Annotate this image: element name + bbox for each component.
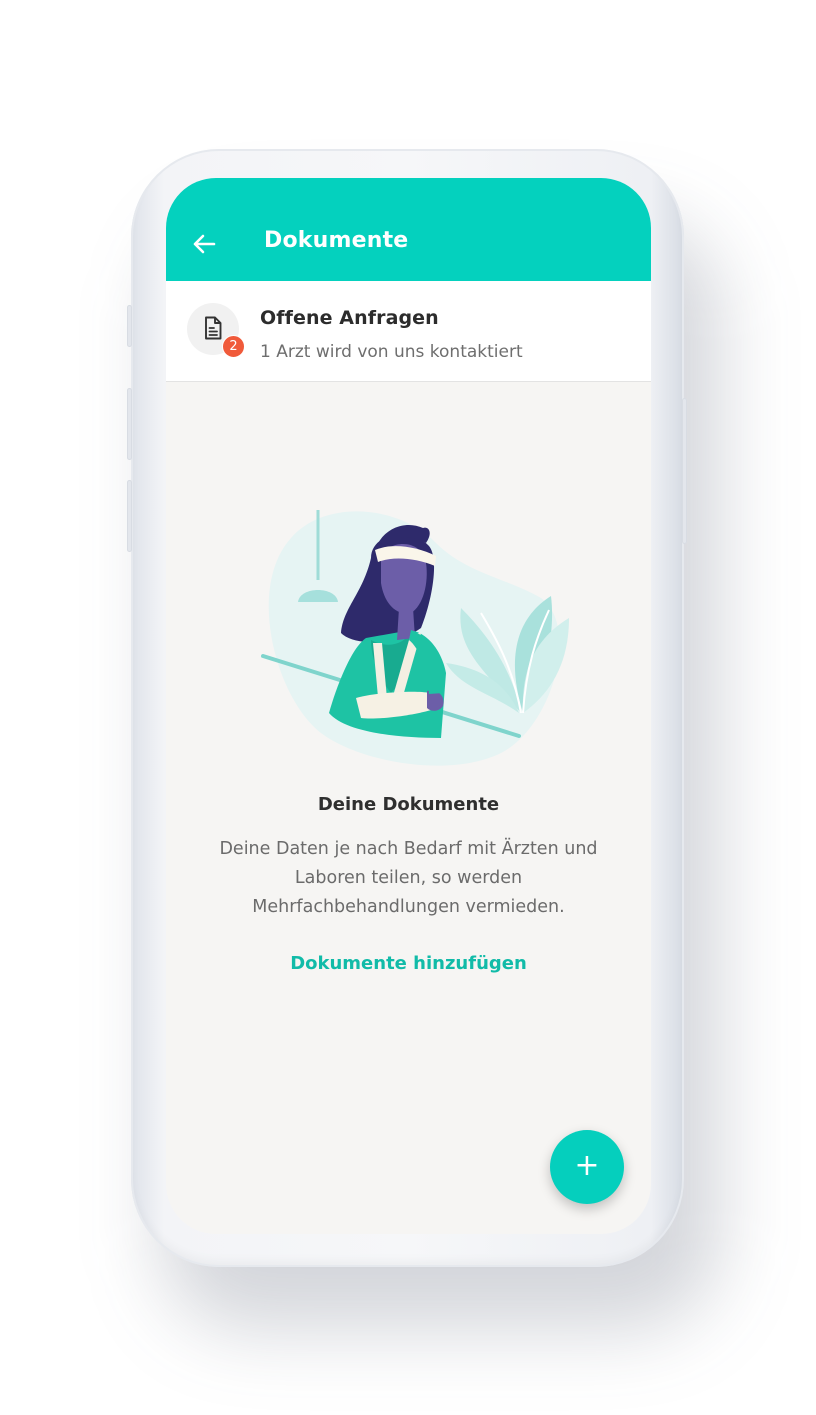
empty-state-description: Deine Daten je nach Bedarf mit Ärzten un… [219,839,598,917]
document-icon [205,316,222,340]
injured-woman-illustration [261,510,569,766]
power-button [682,398,687,544]
add-documents-link[interactable]: Dokumente hinzufügen [166,953,651,974]
arrow-left-icon[interactable] [190,230,218,258]
plus-icon: + [574,1148,600,1183]
volume-up-button [127,388,132,460]
app-bar: Dokumente [166,178,651,281]
volume-down-button [127,480,132,552]
open-requests-title: Offene Anfragen [260,307,439,329]
phone-screen: Dokumente 2 Offene Anfragen 1 Arzt wird … [166,178,651,1234]
empty-state-title: Deine Dokumente [317,794,500,815]
page-title: Dokumente [264,228,409,253]
open-requests-icon-container: 2 [187,303,245,358]
notification-badge: 2 [222,335,245,358]
add-button[interactable]: + [550,1130,624,1204]
mute-switch [127,305,132,347]
open-requests-item[interactable]: 2 Offene Anfragen 1 Arzt wird von uns ko… [166,281,651,382]
mockup-stage: Dokumente 2 Offene Anfragen 1 Arzt wird … [0,0,816,1415]
open-requests-subtitle: 1 Arzt wird von uns kontaktiert [260,342,523,362]
